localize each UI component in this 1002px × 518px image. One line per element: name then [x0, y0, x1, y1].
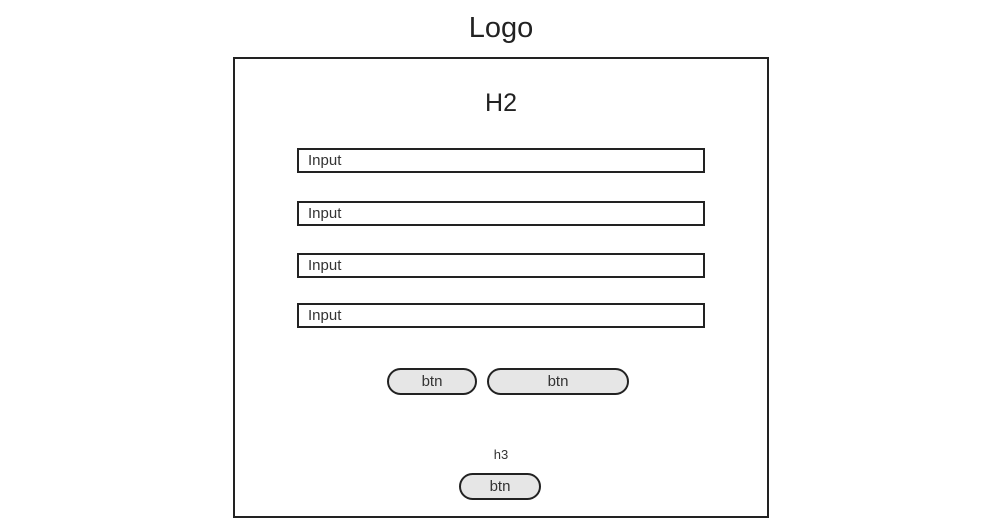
secondary-button[interactable]: btn — [487, 368, 629, 395]
form-title: H2 — [485, 89, 517, 117]
footer-button[interactable]: btn — [459, 473, 541, 500]
input-field-1[interactable] — [297, 148, 705, 173]
input-field-2[interactable] — [297, 201, 705, 226]
primary-button[interactable]: btn — [387, 368, 477, 395]
footer-heading: h3 — [493, 447, 509, 462]
form-card: H2 btn btn h3 btn — [233, 57, 769, 518]
input-field-4[interactable] — [297, 303, 705, 328]
logo: Logo — [468, 12, 534, 44]
input-field-3[interactable] — [297, 253, 705, 278]
